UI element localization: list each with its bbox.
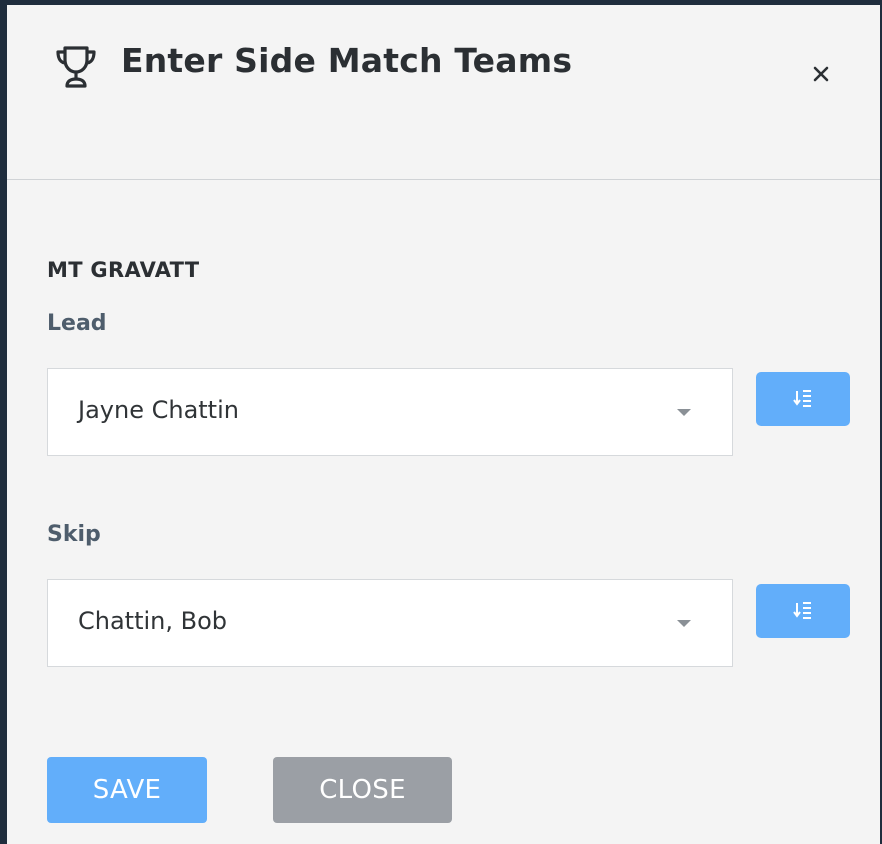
trophy-icon [55,43,97,89]
close-button[interactable]: CLOSE [273,757,452,823]
skip-select[interactable]: Chattin, Bob [47,579,733,667]
chevron-down-icon [677,409,691,416]
skip-sort-button[interactable] [756,584,850,638]
lead-select[interactable]: Jayne Chattin [47,368,733,456]
lead-label: Lead [47,311,107,336]
lead-sort-button[interactable] [756,372,850,426]
dialog-header: Enter Side Match Teams [7,5,880,180]
chevron-down-icon [677,620,691,627]
skip-label: Skip [47,522,101,547]
save-button[interactable]: SAVE [47,757,207,823]
skip-select-value: Chattin, Bob [78,607,228,635]
side-match-dialog: Enter Side Match Teams MT GRAVATT Lead J… [0,0,882,844]
lead-select-value: Jayne Chattin [78,396,239,424]
close-icon[interactable] [805,58,837,90]
team-name: MT GRAVATT [47,258,200,282]
dialog-title: Enter Side Match Teams [121,41,573,80]
